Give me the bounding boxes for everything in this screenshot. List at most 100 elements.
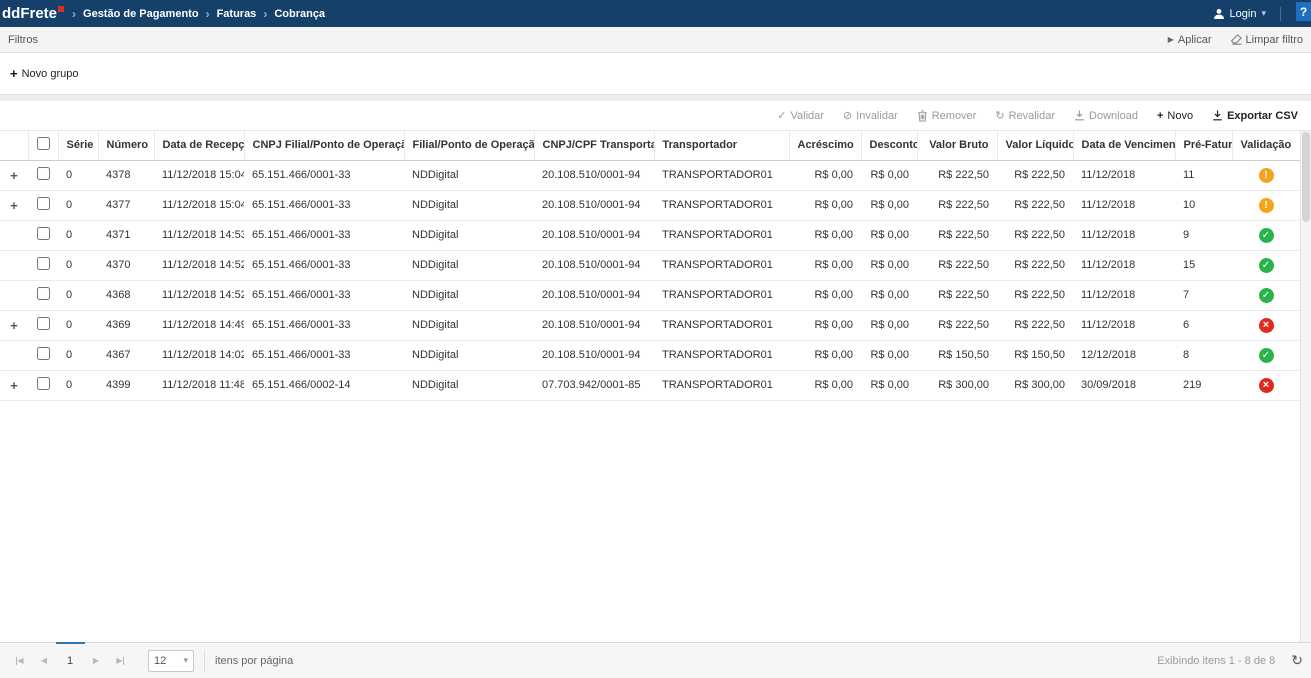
row-checkbox[interactable] (37, 167, 50, 180)
column-header-numero[interactable]: Número (98, 131, 154, 160)
invalidate-button[interactable]: ⊘ Invalidar (843, 109, 898, 122)
cell-cnpj-transportador: 20.108.510/0001-94 (534, 310, 654, 340)
row-checkbox[interactable] (37, 287, 50, 300)
column-header-data-recepcao[interactable]: Data de Recepção↓ (154, 131, 244, 160)
column-header-serie[interactable]: Série (58, 131, 98, 160)
revalidate-label: Revalidar (1009, 110, 1055, 122)
topbar-divider (1280, 7, 1281, 21)
row-checkbox[interactable] (37, 227, 50, 240)
column-header-transportador[interactable]: Transportador (654, 131, 789, 160)
validation-warning-icon: ! (1259, 198, 1274, 213)
cell-data-recepcao: 11/12/2018 15:04 (154, 160, 244, 190)
apply-icon: ▶ (1168, 35, 1174, 44)
column-header-validacao[interactable]: Validação (1232, 131, 1300, 160)
table-body: +0437811/12/2018 15:04 65.151.466/0001-33… (0, 160, 1300, 400)
breadcrumb-cobranca[interactable]: Cobrança (274, 8, 325, 20)
cell-cnpj-filial: 65.151.466/0001-33 (244, 250, 404, 280)
cell-data-recepcao: 11/12/2018 14:52 (154, 250, 244, 280)
cell-acrescimo: R$ 0,00 (789, 220, 861, 250)
cell-validacao: ! (1232, 160, 1300, 190)
expand-row-icon[interactable]: + (10, 318, 18, 333)
row-checkbox[interactable] (37, 197, 50, 210)
cell-valor-bruto: R$ 222,50 (917, 190, 997, 220)
cell-acrescimo: R$ 0,00 (789, 280, 861, 310)
table-row: +0439911/12/2018 11:4865.151.466/0002-14… (0, 370, 1300, 400)
cell-numero: 4378 (98, 160, 154, 190)
pager-page-1[interactable]: 1 (56, 649, 84, 673)
checkbox-cell (28, 370, 58, 400)
cell-serie: 0 (58, 160, 98, 190)
cell-valor-liquido: R$ 222,50 (997, 310, 1073, 340)
table-row: +0437711/12/2018 15:0465.151.466/0001-33… (0, 190, 1300, 220)
app-logo[interactable]: ddFrete (2, 5, 64, 22)
page-size-dropdown[interactable]: 12 ▾ (148, 650, 194, 672)
remove-button[interactable]: Remover (917, 110, 977, 122)
row-checkbox[interactable] (37, 317, 50, 330)
validation-success-icon: ✓ (1259, 348, 1274, 363)
apply-filter-label: Aplicar (1178, 34, 1212, 46)
column-header-acrescimo[interactable]: Acréscimo (789, 131, 861, 160)
column-label: Data de Recepção (163, 139, 245, 151)
filter-panel: + Novo grupo (0, 53, 1311, 95)
pager-prev-button[interactable]: ◀ (32, 649, 56, 673)
breadcrumb-faturas[interactable]: Faturas (217, 8, 257, 20)
cell-valor-liquido: R$ 300,00 (997, 370, 1073, 400)
column-header-data-vencimento[interactable]: Data de Vencimento (1073, 131, 1175, 160)
breadcrumb-gestao-de-pagamento[interactable]: Gestão de Pagamento (83, 8, 199, 20)
column-header-cnpj-transportador[interactable]: CNPJ/CPF Transportador (534, 131, 654, 160)
cell-filial: NDDigital (404, 340, 534, 370)
help-button[interactable]: ? (1296, 2, 1311, 21)
pager-next-button[interactable]: ▶ (84, 649, 108, 673)
new-group-button[interactable]: + Novo grupo (10, 66, 78, 81)
clear-filter-button[interactable]: Limpar filtro (1230, 34, 1303, 46)
apply-filter-button[interactable]: ▶ Aplicar (1168, 34, 1212, 46)
cell-valor-liquido: R$ 222,50 (997, 190, 1073, 220)
cell-valor-liquido: R$ 222,50 (997, 250, 1073, 280)
export-csv-button[interactable]: Exportar CSV (1212, 110, 1298, 122)
pager: ◀ ◀ 1 ▶ ▶ 12 ▾ itens por página Exibindo… (0, 642, 1311, 678)
row-checkbox[interactable] (37, 377, 50, 390)
cell-transportador: TRANSPORTADOR01 (654, 340, 789, 370)
table-header: Série Número Data de Recepção↓ CNPJ Fili… (0, 131, 1300, 160)
download-button[interactable]: Download (1074, 110, 1138, 122)
cell-pre-fatura: 219 (1175, 370, 1232, 400)
pager-first-button[interactable]: ◀ (8, 649, 32, 673)
scrollbar-thumb[interactable] (1302, 132, 1310, 222)
expand-row-icon[interactable]: + (10, 168, 18, 183)
select-all-checkbox[interactable] (37, 137, 50, 150)
column-header-desconto[interactable]: Desconto (861, 131, 917, 160)
column-header-filial[interactable]: Filial/Ponto de Operação (404, 131, 534, 160)
header-expand-column (0, 131, 28, 160)
column-header-cnpj-filial[interactable]: CNPJ Filial/Ponto de Operação (244, 131, 404, 160)
column-header-pre-fatura[interactable]: Pré-Fatura (1175, 131, 1232, 160)
column-header-valor-bruto[interactable]: Valor Bruto (917, 131, 997, 160)
cell-validacao: ✓ (1232, 340, 1300, 370)
cell-validacao: ✓ (1232, 280, 1300, 310)
cell-validacao: ! (1232, 190, 1300, 220)
revalidate-button[interactable]: ↻ Revalidar (995, 109, 1055, 122)
eraser-icon (1230, 34, 1242, 45)
pager-last-button[interactable]: ▶ (108, 649, 132, 673)
validate-button[interactable]: ✓ Validar (777, 109, 824, 122)
cell-acrescimo: R$ 0,00 (789, 370, 861, 400)
cell-valor-bruto: R$ 222,50 (917, 310, 997, 340)
column-header-valor-liquido[interactable]: Valor Líquido (997, 131, 1073, 160)
expand-row-icon[interactable]: + (10, 378, 18, 393)
cell-cnpj-transportador: 20.108.510/0001-94 (534, 280, 654, 310)
cell-valor-bruto: R$ 222,50 (917, 250, 997, 280)
expand-cell: + (0, 190, 28, 220)
cell-pre-fatura: 8 (1175, 340, 1232, 370)
top-navbar: ddFrete › Gestão de Pagamento › Faturas … (0, 0, 1311, 27)
cell-transportador: TRANSPORTADOR01 (654, 220, 789, 250)
new-label: Novo (1167, 110, 1193, 122)
new-button[interactable]: + Novo (1157, 110, 1193, 122)
login-menu[interactable]: Login (1230, 8, 1257, 20)
row-checkbox[interactable] (37, 257, 50, 270)
table-row: 0437011/12/2018 14:5265.151.466/0001-33N… (0, 250, 1300, 280)
expand-row-icon[interactable]: + (10, 198, 18, 213)
breadcrumb: › Gestão de Pagamento › Faturas › Cobran… (72, 7, 325, 21)
refresh-icon[interactable]: ↻ (1291, 652, 1303, 669)
row-checkbox[interactable] (37, 347, 50, 360)
validation-success-icon: ✓ (1259, 228, 1274, 243)
vertical-scrollbar[interactable] (1300, 131, 1311, 642)
